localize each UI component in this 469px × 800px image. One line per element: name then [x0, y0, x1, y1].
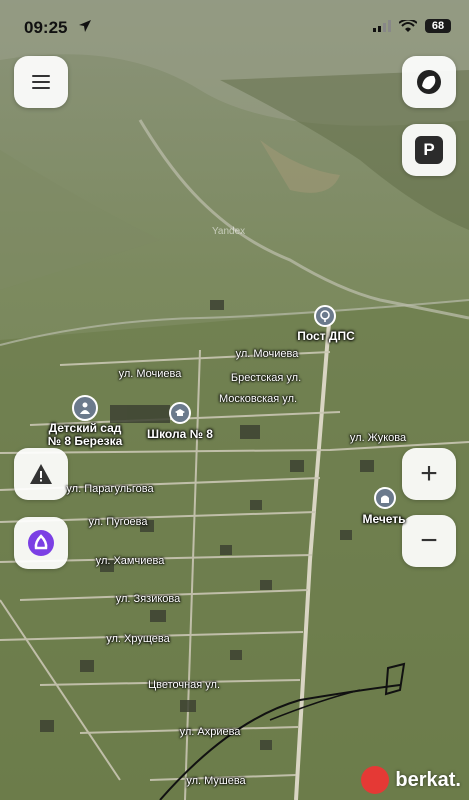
- street-label: ул. Мочиева: [235, 348, 299, 360]
- street-label: ул. Хамчиева: [95, 555, 165, 567]
- poi-label-mosque[interactable]: Мечеть: [362, 513, 405, 526]
- layers-icon: [417, 70, 441, 94]
- street-label: ул. Мочиева: [118, 368, 182, 380]
- poi-label-school[interactable]: Школа № 8: [147, 428, 213, 441]
- report-incident-button[interactable]: [14, 448, 68, 500]
- zoom-out-button[interactable]: −: [402, 515, 456, 567]
- layers-button[interactable]: [402, 56, 456, 108]
- school-icon: [175, 409, 185, 416]
- berkat-text: berkat.: [395, 768, 461, 791]
- kindergarten-icon: [80, 402, 90, 414]
- zoom-out-icon: −: [420, 524, 438, 557]
- parking-icon: P: [415, 136, 443, 164]
- street-label: ул. Мушева: [186, 775, 246, 787]
- wifi-icon: [399, 19, 417, 32]
- street-label: ул. Хрущева: [106, 633, 170, 645]
- poi-label-kindergarten[interactable]: Детский сад № 8 Березка: [48, 422, 123, 448]
- street-label: ул. Пугоева: [88, 516, 148, 528]
- status-time: 09:25: [24, 18, 68, 37]
- street-label: Цветочная ул.: [147, 679, 221, 691]
- zoom-in-button[interactable]: +: [402, 448, 456, 500]
- street-label: ул. Жукова: [349, 432, 407, 444]
- street-label: ул. Ахриева: [179, 726, 241, 738]
- location-arrow-icon: [79, 20, 91, 32]
- street-label: Московская ул.: [218, 393, 298, 405]
- police-post-marker[interactable]: [314, 305, 336, 327]
- mosque-marker[interactable]: [374, 487, 396, 509]
- street-label: ул. Зязикова: [115, 593, 181, 605]
- berkat-logo-icon: [361, 766, 390, 794]
- menu-button[interactable]: [14, 56, 68, 108]
- parking-label: P: [423, 140, 435, 159]
- school-marker[interactable]: [169, 402, 191, 424]
- signal-icon: [373, 20, 391, 32]
- berkat-watermark: berkat.: [361, 766, 461, 794]
- map-watermark: Yandex: [212, 226, 246, 237]
- street-label: Брестская ул.: [230, 372, 302, 384]
- police-post-icon: [320, 310, 330, 322]
- mosque-icon: [381, 495, 389, 503]
- parking-button[interactable]: P: [402, 124, 456, 176]
- poi-label-police-post[interactable]: Пост ДПС: [297, 330, 355, 343]
- menu-icon: [32, 75, 50, 89]
- status-bar: 09:25 68: [0, 0, 469, 56]
- alice-assistant-button[interactable]: [14, 517, 68, 569]
- street-label: ул. Парагульгова: [66, 483, 154, 495]
- kindergarten-marker[interactable]: [72, 395, 98, 421]
- zoom-in-icon: +: [420, 457, 438, 490]
- alice-icon: [28, 530, 54, 556]
- battery-indicator: 68: [425, 19, 451, 33]
- warning-icon: [30, 464, 52, 484]
